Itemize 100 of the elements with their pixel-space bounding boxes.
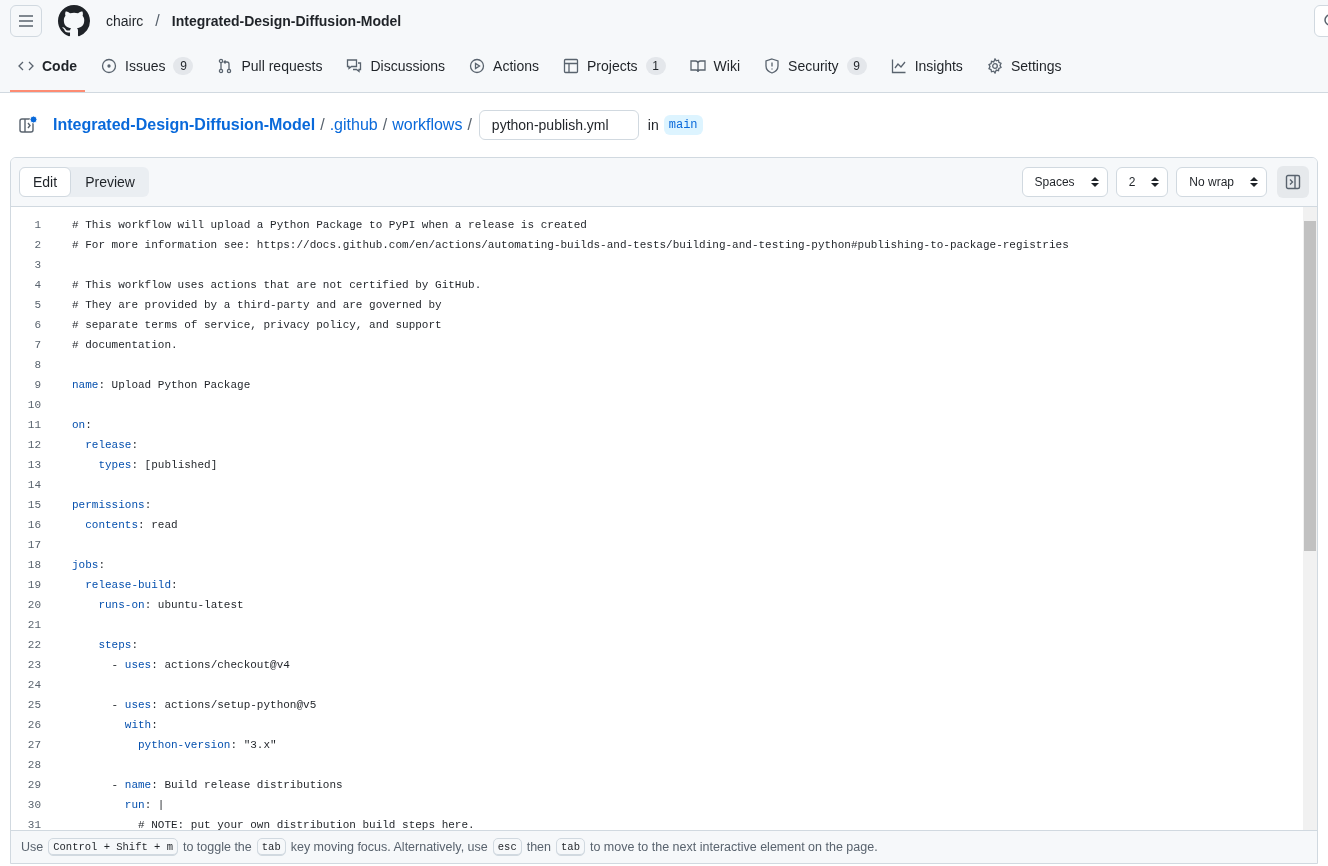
repo-tab[interactable]: Discussions: [338, 42, 454, 92]
code-line: run: |: [123, 799, 165, 811]
code-line: name: Upload Python Package: [72, 379, 251, 391]
folder-link[interactable]: workflows: [392, 116, 463, 134]
code-line: - uses: actions/setup-python@v5: [110, 699, 317, 711]
line-number: 30: [26, 799, 41, 811]
folder-link[interactable]: .github: [329, 116, 378, 134]
branch-label: main: [663, 115, 703, 135]
line-number: 13: [26, 459, 41, 471]
octocat-logo-icon[interactable]: [58, 5, 90, 37]
code-line: release-build:: [84, 579, 178, 591]
menu-button[interactable]: [10, 5, 42, 37]
keyboard-hint: Use Control + Shift + m to toggle the tab key moving focus. Alternatively, use esc then tab to move to the next interactive element on the page.: [11, 830, 1317, 863]
up-down-caret-icon: [1090, 176, 1099, 188]
code-line: permissions:: [72, 499, 152, 511]
line-number: 21: [26, 619, 41, 631]
menu-icon: [18, 13, 34, 29]
up-down-caret-icon: [1151, 176, 1160, 188]
code-line: # This workflow will upload a Python Package to PyPI when a release is created: [72, 219, 587, 231]
file-tree-toggle-icon[interactable]: [18, 115, 38, 135]
count-badge: 9: [846, 57, 867, 75]
pull-request-icon: [217, 58, 234, 74]
line-number: 26: [26, 719, 41, 731]
code-line: # For more information see: https://docs.github.com/en/actions/automating-builds-and-tests/building-and-testing-python#publishing-to-package-registries: [72, 239, 1069, 251]
code-line: - name: Build release distributions: [110, 779, 343, 791]
repo-tab[interactable]: Actions: [461, 42, 548, 92]
shield-icon: [764, 58, 781, 74]
filename-field[interactable]: python-publish.yml: [478, 110, 639, 140]
code-line: contents: read: [84, 519, 178, 531]
settings-icon: [986, 58, 1003, 74]
line-number: 20: [26, 599, 41, 611]
line-number: 7: [33, 339, 41, 351]
code-line: # separate terms of service, privacy policy, and support: [72, 319, 442, 331]
path-separator: /: [467, 116, 472, 134]
code-line: jobs:: [72, 559, 105, 571]
play-icon: [469, 58, 486, 74]
line-number: 31: [26, 819, 41, 830]
repo-tab[interactable]: Projects 1: [555, 42, 674, 92]
scrollbar[interactable]: [1303, 207, 1317, 830]
code-line: release:: [84, 439, 139, 451]
code-line: # NOTE: put your own distribution build steps here.: [137, 819, 475, 830]
line-number: 15: [26, 499, 41, 511]
line-number: 9: [33, 379, 41, 391]
line-number: 27: [26, 739, 41, 751]
repo-tab[interactable]: Issues 9: [93, 42, 202, 92]
line-number: 1: [33, 219, 41, 231]
line-number: 6: [33, 319, 41, 331]
circle-dot-icon: [101, 58, 117, 74]
code-line: on:: [72, 419, 92, 431]
repo-tab[interactable]: Settings: [978, 42, 1070, 92]
line-number: 2: [33, 239, 41, 251]
path-separator: /: [155, 12, 160, 30]
code-line: # This workflow uses actions that are not certified by GitHub.: [72, 279, 482, 291]
repo-tab[interactable]: Insights: [882, 42, 971, 92]
path-separator: /: [320, 116, 325, 134]
code-line: # documentation.: [72, 339, 178, 351]
repo-tab[interactable]: Security 9: [756, 42, 875, 92]
editor-tab[interactable]: Preview: [71, 167, 149, 197]
in-label: in: [647, 117, 659, 133]
line-number: 11: [26, 419, 41, 431]
editor-tab[interactable]: Edit: [19, 167, 72, 197]
sidebar-toggle-button[interactable]: [1277, 166, 1309, 198]
repo-link[interactable]: Integrated-Design-Diffusion-Model: [53, 116, 316, 134]
select-dropdown[interactable]: Spaces: [1021, 167, 1108, 197]
line-number: 25: [26, 699, 41, 711]
table-icon: [563, 58, 580, 74]
line-number: 22: [26, 639, 41, 651]
line-number: 16: [26, 519, 41, 531]
code-line: runs-on: ubuntu-latest: [97, 599, 244, 611]
owner-link[interactable]: chairc: [106, 13, 144, 29]
line-number: 8: [33, 359, 41, 371]
code-line: types: [published]: [97, 459, 218, 471]
line-number: 12: [26, 439, 41, 451]
path-separator: /: [382, 116, 388, 134]
line-number: 3: [33, 259, 41, 271]
line-number: 18: [26, 559, 41, 571]
code-line: steps:: [97, 639, 139, 651]
count-badge: 9: [173, 57, 194, 75]
graph-icon: [890, 58, 907, 74]
select-dropdown[interactable]: 2: [1115, 167, 1169, 197]
book-icon: [689, 58, 706, 74]
line-number: 29: [26, 779, 41, 791]
code-line: with:: [123, 719, 158, 731]
line-number: 10: [26, 399, 41, 411]
sidebar-icon: [1285, 174, 1301, 190]
repo-tab[interactable]: Pull requests: [209, 42, 331, 92]
select-dropdown[interactable]: No wrap: [1176, 167, 1267, 197]
line-number: 14: [26, 479, 41, 491]
line-number: 17: [26, 539, 41, 551]
repo-tab[interactable]: Code: [10, 42, 85, 92]
code-line: python-version: "3.x": [137, 739, 277, 751]
line-number: 24: [26, 679, 41, 691]
line-number: 23: [26, 659, 41, 671]
line-number: 28: [26, 759, 41, 771]
repo-link[interactable]: Integrated-Design-Diffusion-Model: [171, 13, 402, 29]
up-down-caret-icon: [1250, 176, 1258, 188]
repo-tab[interactable]: Wiki: [681, 42, 749, 92]
count-badge: 1: [645, 57, 666, 75]
code-line: - uses: actions/checkout@v4: [110, 659, 290, 671]
line-number: 4: [33, 279, 41, 291]
